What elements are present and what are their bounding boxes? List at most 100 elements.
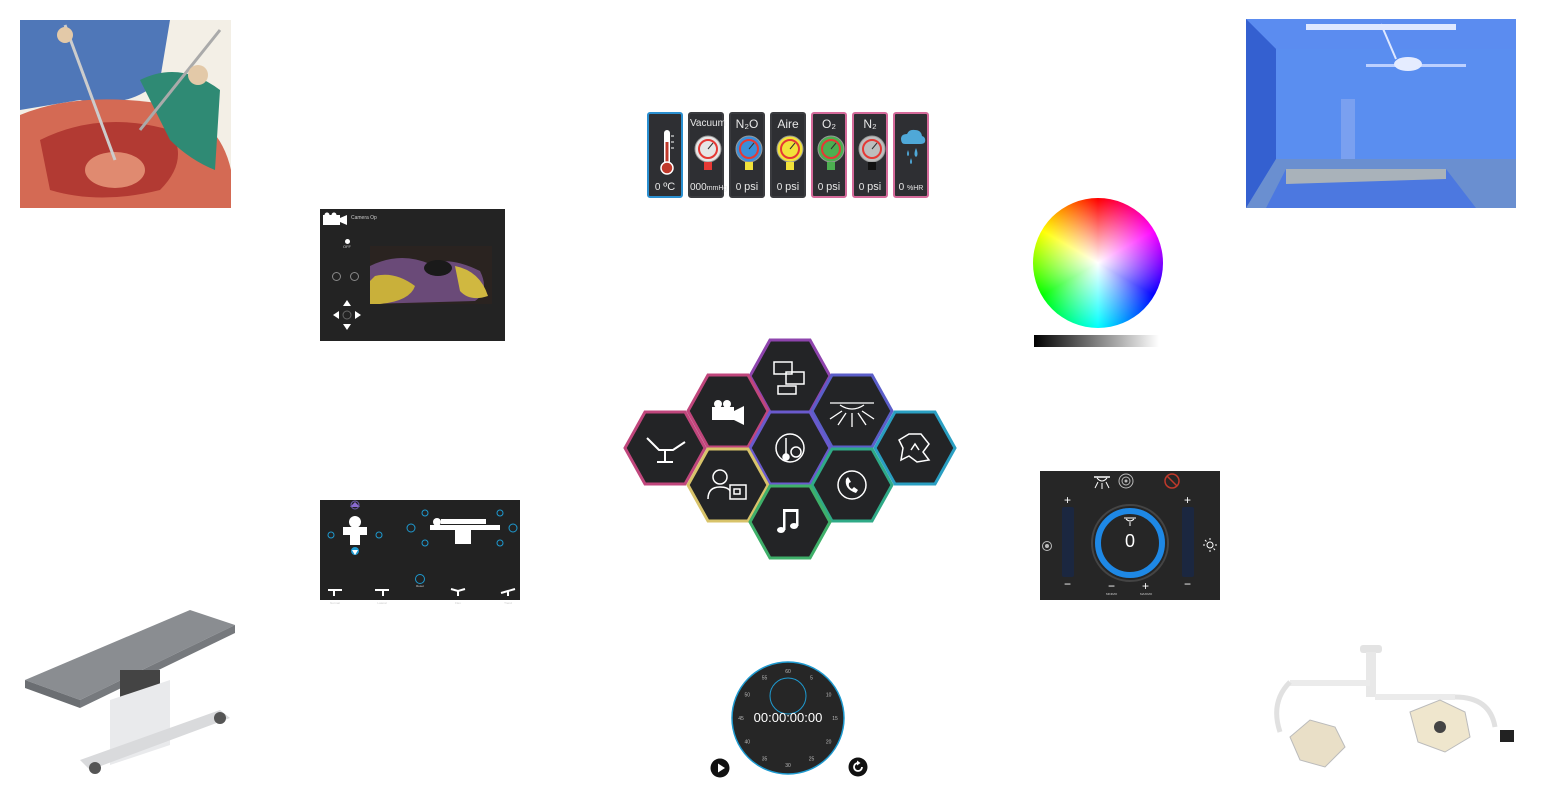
camera-direction-pad[interactable]	[332, 299, 362, 331]
surgical-light-panel: + − + − 0 − + MINIMO MAXIMO	[1040, 471, 1220, 600]
gauge-unit: psi	[826, 181, 841, 193]
hex-main-menu	[623, 338, 957, 560]
position-label: Normal	[330, 601, 340, 605]
gauge-label: N₂	[863, 117, 877, 131]
position-label: Lateral	[377, 601, 387, 605]
pressure-dial-icon	[735, 135, 763, 170]
reset-icon[interactable]	[848, 757, 868, 777]
temperature-gauge[interactable]: 0 ºC	[647, 112, 683, 198]
left-plus-button[interactable]: +	[1064, 493, 1071, 507]
pressure-dial-icon	[858, 135, 886, 170]
gauge-value: 000	[690, 182, 707, 193]
left-intensity-bar[interactable]	[1062, 507, 1074, 577]
timer-dial-label: 40	[745, 740, 751, 746]
timer-dial-label: 30	[785, 763, 791, 769]
n2o-gauge[interactable]: N₂O 0 psi	[729, 112, 765, 198]
music-off-icon[interactable]	[1164, 473, 1180, 489]
table-lateral-icon	[375, 589, 389, 596]
table-position-normal[interactable]: Normal	[325, 583, 345, 605]
table-position-trend[interactable]: Trend	[498, 583, 518, 605]
intensity-minus-button[interactable]: −	[1108, 579, 1115, 593]
gauge-label: N₂O	[735, 117, 759, 131]
table-control-panel: Normal Lateral Reset Flex Trend	[320, 500, 520, 605]
humidity-gauge[interactable]: 0 %HR	[893, 112, 929, 198]
focus-icon[interactable]	[1118, 473, 1134, 489]
camera-off-label: OFF	[343, 244, 351, 249]
laparoscopy-illustration	[20, 20, 231, 208]
gauge-unit: ºC	[663, 181, 676, 193]
o2-gauge[interactable]: O₂ 0 psi	[811, 112, 847, 198]
operating-room-photo	[1246, 19, 1516, 208]
right-plus-button[interactable]: +	[1184, 493, 1191, 507]
gauge-value: 0	[858, 182, 865, 193]
timer-dial-label: 20	[826, 740, 832, 746]
brightness-slider[interactable]	[1034, 335, 1159, 347]
left-minus-button[interactable]: −	[1064, 577, 1071, 591]
gauge-label: Aire	[777, 117, 799, 131]
right-intensity-bar[interactable]	[1182, 507, 1194, 577]
pan-down-button[interactable]	[343, 324, 351, 330]
intensity-value: 0	[1124, 531, 1135, 551]
camera-icon	[323, 212, 347, 225]
pressure-dial-icon	[817, 135, 845, 170]
gauge-unit: psi	[867, 181, 882, 193]
surgical-light-icon[interactable]	[1093, 474, 1111, 490]
gauge-unit: psi	[785, 181, 800, 193]
zoom-in-button[interactable]	[350, 272, 359, 281]
brightness-icon[interactable]	[1203, 538, 1217, 552]
gauge-label: Vacuum	[690, 118, 726, 129]
humidity-icon	[901, 129, 926, 164]
pan-left-button[interactable]	[333, 311, 339, 319]
intensity-plus-button[interactable]: +	[1142, 579, 1149, 593]
position-label: Flex	[455, 601, 461, 605]
pan-right-button[interactable]	[355, 311, 361, 319]
pressure-dial-icon	[776, 135, 804, 170]
gauge-unit: %HR	[907, 185, 924, 192]
table-side-view[interactable]	[405, 505, 520, 555]
timer-dial-label: 10	[826, 693, 832, 699]
timer-dial-label: 50	[745, 693, 751, 699]
table-position-lateral[interactable]: Lateral	[372, 583, 392, 605]
camera-panel-title: Camera Op	[351, 215, 377, 221]
gauge-value: 0	[735, 182, 742, 193]
gauge-value: 0	[898, 182, 905, 193]
gauge-unit: psi	[744, 181, 759, 193]
gauge-value: 0	[776, 182, 783, 193]
timer-dial-label: 5	[810, 675, 813, 681]
camera-control-panel: Camera Op OFF	[320, 209, 505, 341]
gauge-label: O₂	[822, 117, 836, 131]
camera-video-feed	[370, 246, 492, 304]
pan-up-button[interactable]	[343, 300, 351, 306]
maximo-label: MAXIMO	[1140, 592, 1153, 596]
position-label: Reset	[416, 584, 424, 588]
position-label: Trend	[504, 601, 512, 605]
surgical-lights-photo	[1250, 642, 1520, 777]
timer-dial-label: 25	[809, 757, 815, 763]
table-top-view[interactable]	[325, 500, 395, 560]
vacuum-gauge[interactable]: Vacuum 000mmHg	[688, 112, 727, 198]
color-wheel-picker[interactable]	[1033, 198, 1163, 328]
table-reset-button[interactable]: Reset	[412, 574, 428, 588]
minimo-label: MINIMO	[1106, 592, 1118, 596]
zoom-out-button[interactable]	[332, 272, 341, 281]
light-focus-left-icon[interactable]	[1042, 541, 1052, 551]
timer-dial-label: 35	[762, 757, 768, 763]
right-minus-button[interactable]: −	[1184, 577, 1191, 591]
table-normal-icon	[328, 589, 342, 596]
gauge-unit: mmHg	[706, 185, 728, 192]
timer-display: 00:00:00:00	[753, 710, 823, 725]
table-flex-icon	[450, 588, 466, 596]
timer-dial-label: 60	[785, 669, 791, 675]
camera-power-button[interactable]: OFF	[342, 238, 352, 249]
gauge-value: 0	[817, 182, 824, 193]
play-icon[interactable]	[710, 758, 730, 778]
thermometer-icon	[660, 130, 674, 175]
n2-gauge[interactable]: N₂ 0 psi	[852, 112, 888, 198]
table-position-flex[interactable]: Flex	[448, 583, 468, 605]
table-trend-icon	[500, 588, 516, 596]
air-gauge[interactable]: Aire 0 psi	[770, 112, 806, 198]
gauge-value: 0	[654, 182, 661, 193]
operating-table-photo	[20, 600, 250, 778]
timer-dial-label: 55	[762, 675, 768, 681]
pressure-dial-icon	[694, 135, 722, 170]
